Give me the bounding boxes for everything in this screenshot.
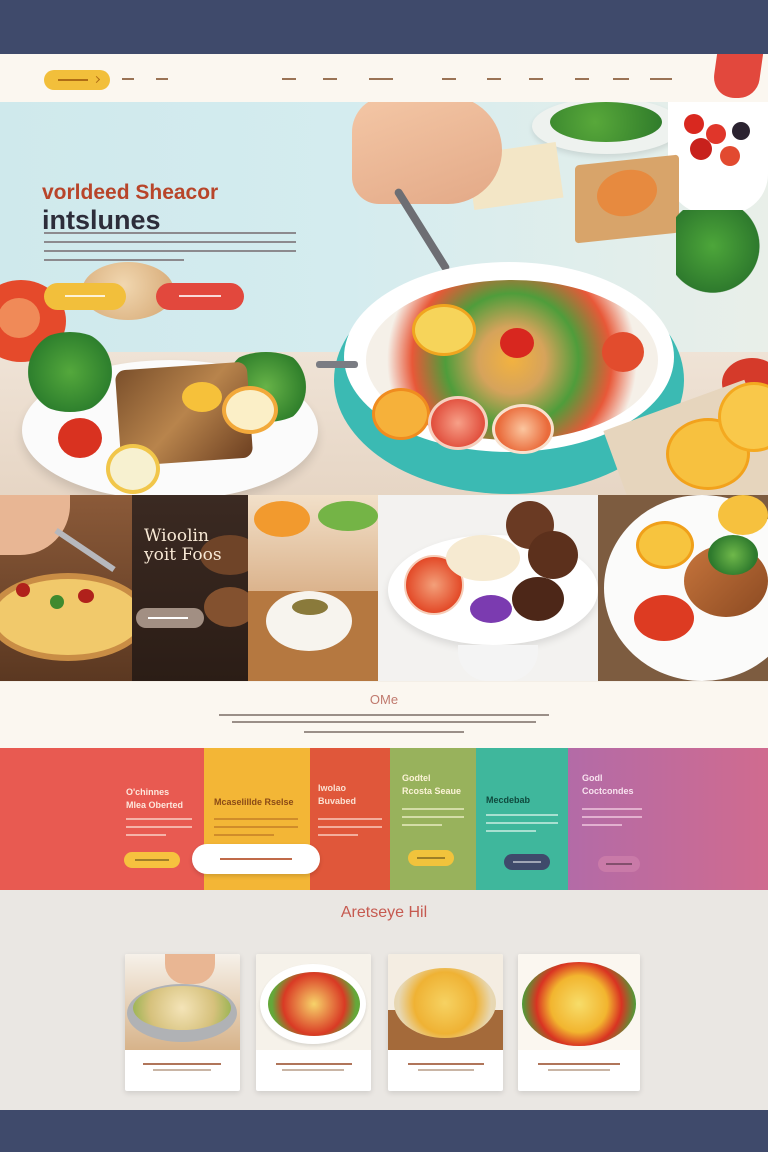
hero-title-line1: vorldeed Sheacor (42, 181, 219, 204)
strip-4-button[interactable] (408, 850, 454, 866)
featured-button[interactable] (192, 844, 320, 874)
strip-1-heading: O'chinnes (126, 787, 170, 797)
gallery-photo-pizza[interactable] (0, 495, 132, 681)
recipe-card-4[interactable] (518, 954, 640, 1091)
knife (316, 361, 358, 368)
strip-6-subheading: Coctcondes (582, 785, 634, 796)
intro-text-line (304, 731, 464, 733)
gallery-photo-dessert[interactable] (378, 495, 598, 681)
tomato-bowl (668, 102, 768, 214)
category-strip-5[interactable]: Mecdebab (476, 748, 568, 890)
herb-prop (676, 210, 768, 300)
category-strip-4[interactable]: Godtel Rcosta Seaue (390, 748, 476, 890)
gallery-overlay-line1: Wioolin (144, 526, 209, 546)
intro-text-line (219, 714, 549, 716)
category-strips: O'chinnes Mlea Oberted Mcaselillde Rsels… (0, 748, 768, 890)
gallery-photo-salmon[interactable] (598, 495, 768, 681)
board-prop (575, 154, 679, 244)
strip-3-heading: Iwolao (318, 783, 347, 793)
hero-title: vorldeed Sheacor intslunes (42, 182, 218, 234)
top-navigation (0, 54, 768, 103)
tomato-2 (602, 332, 644, 372)
lemon-piece (182, 382, 222, 412)
lemon-slice (412, 304, 476, 356)
strip-2-heading: Mcaselillde Rselse (214, 797, 294, 807)
hero-title-line2: intslunes (42, 205, 161, 235)
gallery-overlay-text: Wioolin yoit Foos (144, 527, 222, 564)
strip-4-subheading: Rcosta Seaue (402, 785, 462, 796)
nav-item-11[interactable] (650, 78, 672, 80)
strip-6-button[interactable] (598, 856, 640, 872)
egg-slice-2 (222, 386, 278, 434)
gallery-photo-feature[interactable]: Wioolin yoit Foos (132, 495, 248, 681)
nav-item-10[interactable] (613, 78, 629, 80)
gallery-photo-dumpling[interactable] (248, 495, 378, 681)
strip-5-heading: Mecdebab (486, 795, 531, 805)
nav-item-9[interactable] (575, 78, 589, 80)
hero-secondary-button[interactable] (156, 283, 244, 310)
gallery-overlay-button[interactable] (136, 608, 204, 628)
nav-item-6[interactable] (442, 78, 456, 80)
chevron-down-icon (92, 75, 101, 84)
intro-text-line (232, 721, 536, 723)
page: vorldeed Sheacor intslunes Wioolin yoit … (0, 54, 768, 1110)
recipe-card-1[interactable] (125, 954, 240, 1091)
tomato-3 (500, 328, 534, 358)
nav-item-8[interactable] (529, 78, 543, 80)
strip-1-button[interactable] (124, 852, 180, 868)
nav-item-2[interactable] (156, 78, 168, 80)
intro-section: OMe (0, 682, 768, 748)
tomato (58, 418, 102, 458)
lettuce (20, 332, 120, 412)
category-strip-1[interactable]: O'chinnes Mlea Oberted (0, 748, 204, 890)
strip-5-button[interactable] (504, 854, 550, 870)
nav-item-3[interactable] (282, 78, 296, 80)
menu-button[interactable] (44, 70, 110, 90)
nav-corner-accent (710, 54, 764, 98)
photo-gallery: Wioolin yoit Foos (0, 495, 768, 681)
hero-primary-button[interactable] (44, 283, 126, 310)
strip-3-subheading: Buvabed (318, 795, 357, 806)
hero-description (44, 232, 296, 268)
grapefruit-slice (428, 396, 488, 450)
grapefruit-slice-2 (492, 404, 554, 454)
category-strip-3[interactable]: Iwolao Buvabed (310, 748, 390, 890)
strip-6-heading: Godl (582, 773, 603, 783)
recipe-card-3[interactable] (388, 954, 503, 1091)
nav-item-4[interactable] (323, 78, 337, 80)
hand (352, 102, 502, 204)
intro-title: OMe (369, 692, 399, 707)
hero-section: vorldeed Sheacor intslunes (0, 102, 768, 532)
category-strip-6[interactable]: Godl Coctcondes (568, 748, 768, 890)
recipe-cards-section: Aretseye Hil (0, 890, 768, 1110)
nav-item-7[interactable] (487, 78, 501, 80)
strip-4-heading: Godtel (402, 773, 431, 783)
strip-1-subheading: Mlea Oberted (126, 799, 184, 810)
orange-slice (372, 388, 430, 440)
nav-item-1[interactable] (122, 78, 134, 80)
nav-item-5[interactable] (369, 78, 393, 80)
recipe-card-2[interactable] (256, 954, 371, 1091)
egg-slice (106, 444, 160, 494)
cards-title: Aretseye Hil (340, 904, 428, 921)
gallery-overlay-line2: yoit Foos (144, 544, 222, 565)
menu-button-label (58, 79, 88, 81)
